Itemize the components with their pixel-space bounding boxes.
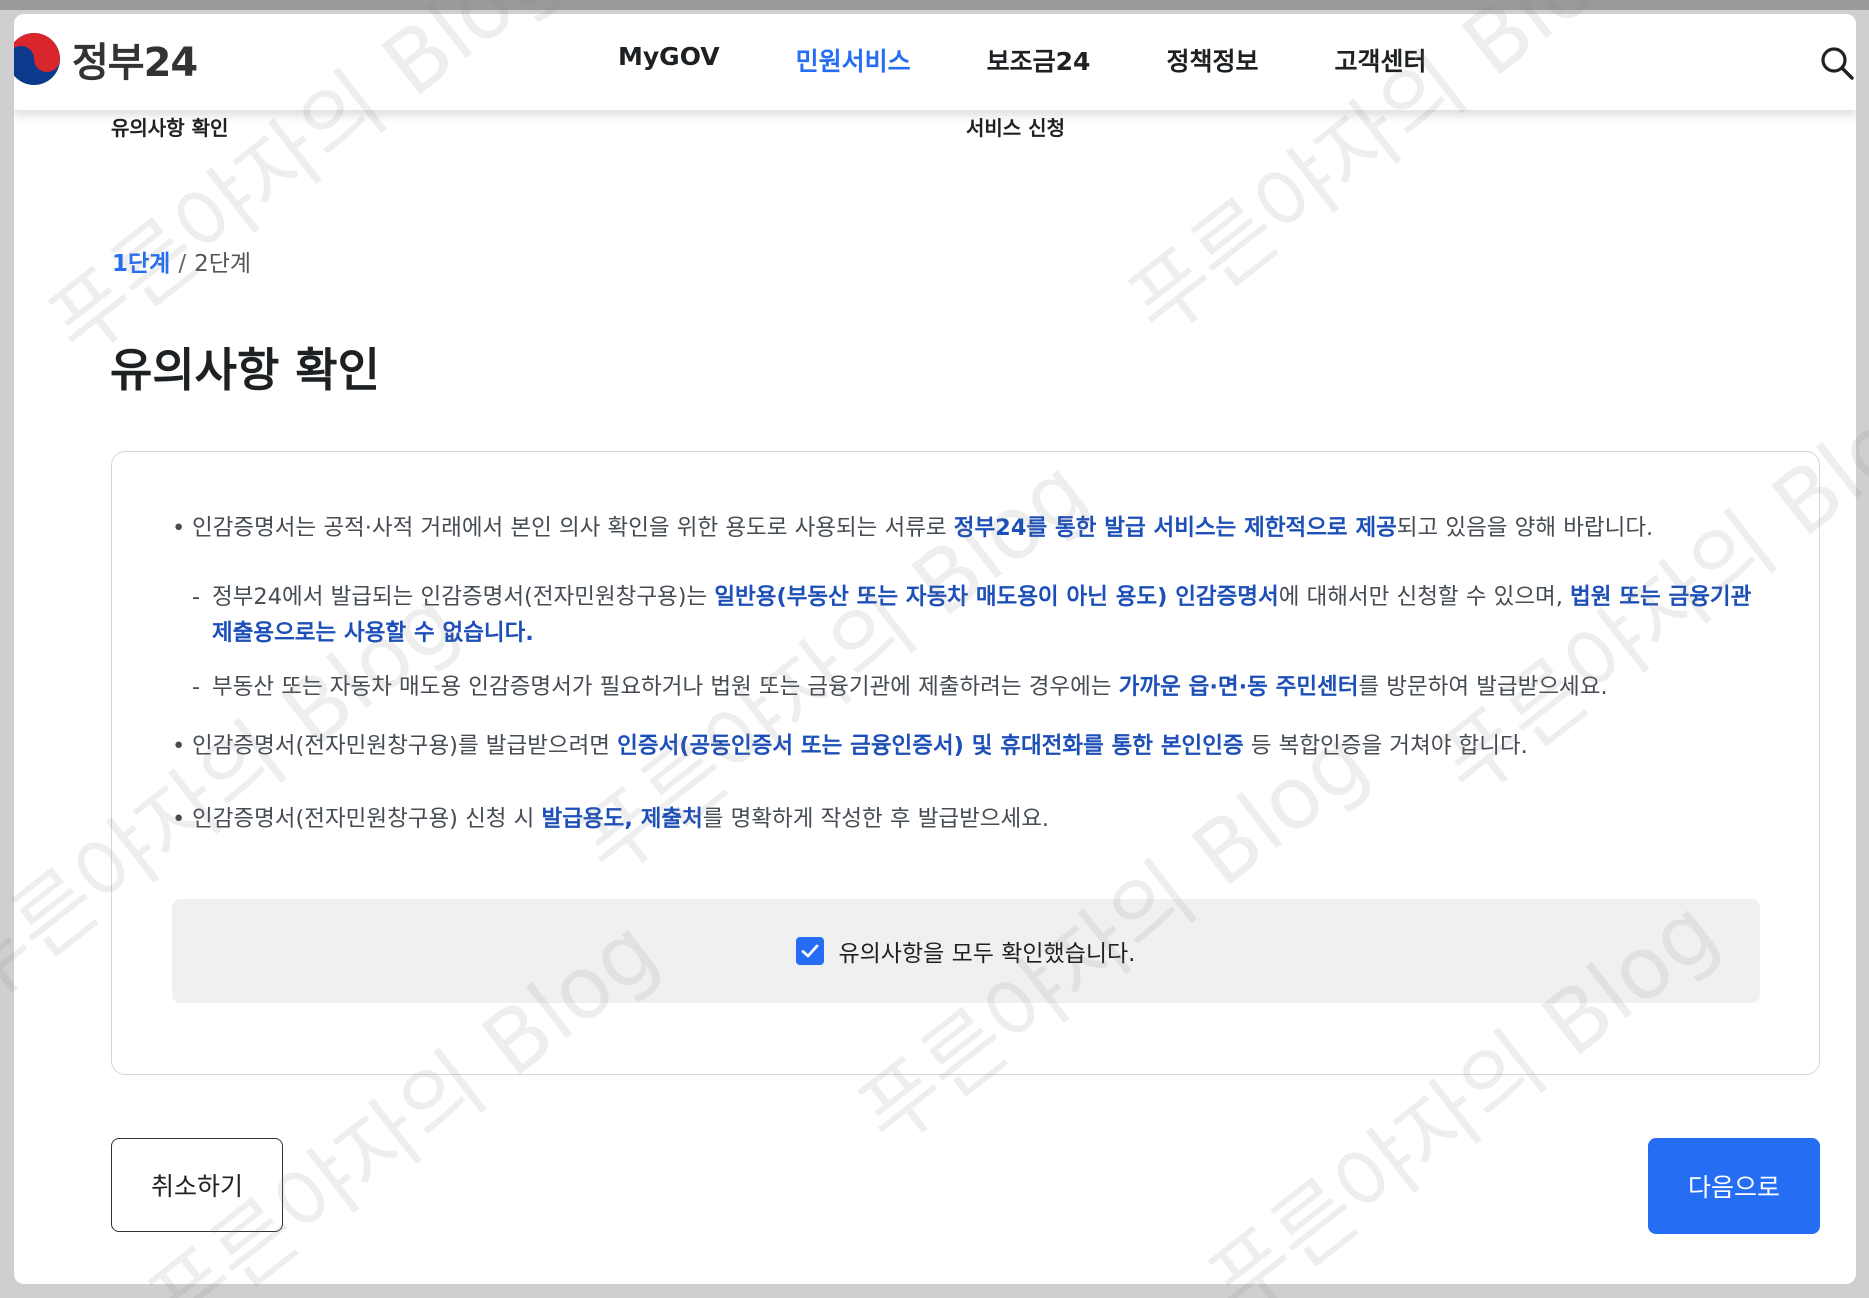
notice-subitem: 정부24에서 발급되는 인감증명서(전자민원창구용)는 일반용(부동산 또는 자…: [172, 579, 1772, 651]
notice-text: 정부24에서 발급되는 인감증명서(전자민원창구용)는: [212, 584, 715, 610]
step-indicator: 1단계 / 2단계: [112, 244, 251, 278]
notice-item: 인감증명서(전자민원창구용)를 발급받으려면 인증서(공동인증서 또는 금융인증…: [172, 728, 1772, 764]
site-header: 정부24 MyGOV 민원서비스 보조금24 정책정보 고객센터: [14, 14, 1856, 110]
notice-emphasis: 발급용도, 제출처: [541, 806, 703, 832]
notice-emphasis: 정부24를 통한 발급 서비스는 제한적으로 제공: [953, 515, 1397, 541]
step-label-apply: 서비스 신청: [966, 116, 1065, 140]
page-window: 정부24 MyGOV 민원서비스 보조금24 정책정보 고객센터 유의사항 확인…: [14, 14, 1856, 1284]
taegeuk-logo-icon: [14, 33, 60, 85]
nav-civil-service[interactable]: 민원서비스: [796, 42, 911, 78]
check-icon: [802, 944, 819, 958]
nav-policy-info[interactable]: 정책정보: [1166, 42, 1258, 78]
next-button[interactable]: 다음으로: [1648, 1138, 1820, 1234]
notice-text: 부동산 또는 자동차 매도용 인감증명서가 필요하거나 법원 또는 금융기관에 …: [212, 674, 1119, 700]
step-current: 1단계: [112, 251, 171, 277]
nav-customer-center[interactable]: 고객센터: [1334, 42, 1426, 78]
notice-list: 인감증명서는 공적·사적 거래에서 본인 의사 확인을 위한 용도로 사용되는 …: [172, 510, 1772, 874]
notice-text: 등 복합인증을 거쳐야 합니다.: [1243, 733, 1528, 759]
notice-sublist: 정부24에서 발급되는 인감증명서(전자민원창구용)는 일반용(부동산 또는 자…: [172, 579, 1772, 705]
notice-box: 인감증명서는 공적·사적 거래에서 본인 의사 확인을 위한 용도로 사용되는 …: [111, 451, 1820, 1075]
logo-text: 정부24: [72, 40, 198, 86]
step-separator: /: [178, 251, 187, 277]
notice-subitem: 부동산 또는 자동차 매도용 인감증명서가 필요하거나 법원 또는 금융기관에 …: [172, 669, 1772, 705]
step-label-notice: 유의사항 확인: [111, 116, 229, 140]
confirm-area: 유의사항을 모두 확인했습니다.: [172, 899, 1760, 1003]
notice-item: 인감증명서(전자민원창구용) 신청 시 발급용도, 제출처를 명확하게 작성한 …: [172, 801, 1772, 837]
notice-text: 인감증명서는 공적·사적 거래에서 본인 의사 확인을 위한 용도로 사용되는 …: [192, 515, 954, 541]
search-icon[interactable]: [1818, 44, 1856, 82]
confirm-checkbox[interactable]: [796, 937, 825, 965]
notice-text: 인감증명서(전자민원창구용) 신청 시: [192, 806, 542, 832]
notice-emphasis: 일반용(부동산 또는 자동차 매도용이 아닌 용도) 인감증명서: [714, 584, 1279, 610]
nav-subsidy24[interactable]: 보조금24: [987, 42, 1091, 78]
notice-text: 되고 있음을 양해 바랍니다.: [1396, 515, 1654, 541]
browser-top-edge: [0, 0, 1869, 10]
notice-text: 인감증명서(전자민원창구용)를 발급받으려면: [192, 733, 618, 759]
site-logo[interactable]: 정부24: [14, 30, 198, 88]
notice-emphasis: 인증서(공동인증서 또는 금융인증서) 및 휴대전화를 통한 본인인증: [617, 733, 1244, 759]
confirm-label[interactable]: 유의사항을 모두 확인했습니다.: [838, 934, 1135, 968]
notice-emphasis: 가까운 읍·면·동 주민센터: [1118, 674, 1359, 700]
step-next: 2단계: [194, 251, 252, 277]
main-nav: MyGOV 민원서비스 보조금24 정책정보 고객센터: [618, 42, 1502, 78]
notice-text: 에 대해서만 신청할 수 있으며,: [1278, 584, 1571, 610]
page-title: 유의사항 확인: [110, 343, 380, 397]
notice-text: 를 명확하게 작성한 후 발급받으세요.: [702, 806, 1050, 832]
nav-mygov[interactable]: MyGOV: [618, 42, 720, 78]
cancel-button[interactable]: 취소하기: [111, 1138, 283, 1232]
notice-item: 인감증명서는 공적·사적 거래에서 본인 의사 확인을 위한 용도로 사용되는 …: [172, 510, 1772, 546]
notice-text: 를 방문하여 발급받으세요.: [1358, 674, 1608, 700]
